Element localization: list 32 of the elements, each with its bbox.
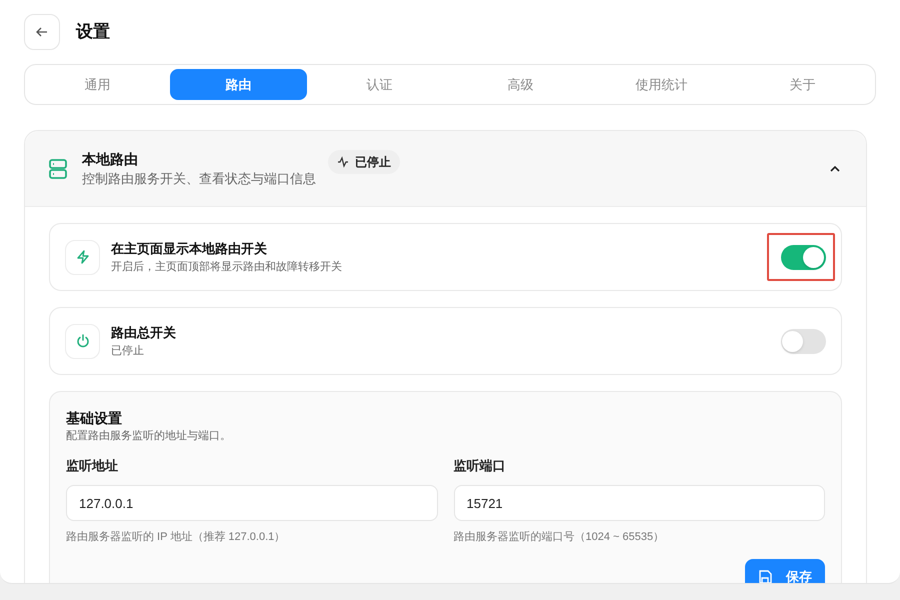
- chevron-up-icon[interactable]: [830, 166, 840, 172]
- tab[interactable]: 关于: [734, 69, 871, 100]
- page-title: 设置: [76, 21, 110, 44]
- tab[interactable]: 高级: [452, 69, 589, 100]
- input-field[interactable]: 15721: [454, 485, 825, 521]
- toggle-switch[interactable]: [781, 328, 826, 354]
- field-label: 监听端口: [454, 457, 506, 475]
- card-title: 基础设置: [66, 409, 123, 428]
- toggle-switch[interactable]: [781, 244, 826, 270]
- lightning-icon: [76, 250, 90, 264]
- save-button[interactable]: 保存: [745, 559, 825, 583]
- setting-description: 已停止: [111, 344, 145, 359]
- back-button[interactable]: [24, 14, 60, 50]
- input-field[interactable]: 127.0.0.1: [66, 485, 438, 521]
- field-label: 监听地址: [66, 457, 119, 475]
- tab[interactable]: 认证: [311, 69, 448, 100]
- tab[interactable]: 通用: [29, 69, 166, 100]
- status-badge: 已停止: [328, 150, 400, 174]
- activity-icon: [337, 156, 349, 168]
- tab[interactable]: 使用统计: [593, 69, 730, 100]
- field-hint: 路由服务器监听的 IP 地址（推荐 127.0.0.1）: [66, 530, 286, 545]
- setting-title: 在主页面显示本地路由开关: [111, 240, 268, 258]
- setting-title: 路由总开关: [111, 324, 176, 342]
- setting-description: 开启后，主页面顶部将显示路由和故障转移开关: [111, 260, 342, 275]
- back-arrow-icon: [36, 26, 48, 38]
- power-icon: [76, 334, 90, 348]
- server-icon: [49, 158, 67, 178]
- tab[interactable]: 路由: [170, 69, 307, 100]
- field-hint: 路由服务器监听的端口号（1024 ~ 65535）: [454, 530, 666, 545]
- section-title: 本地路由: [82, 150, 139, 168]
- card-description: 配置路由服务监听的地址与端口。: [66, 429, 232, 444]
- section-subtitle: 控制路由服务开关、查看状态与端口信息: [82, 170, 316, 188]
